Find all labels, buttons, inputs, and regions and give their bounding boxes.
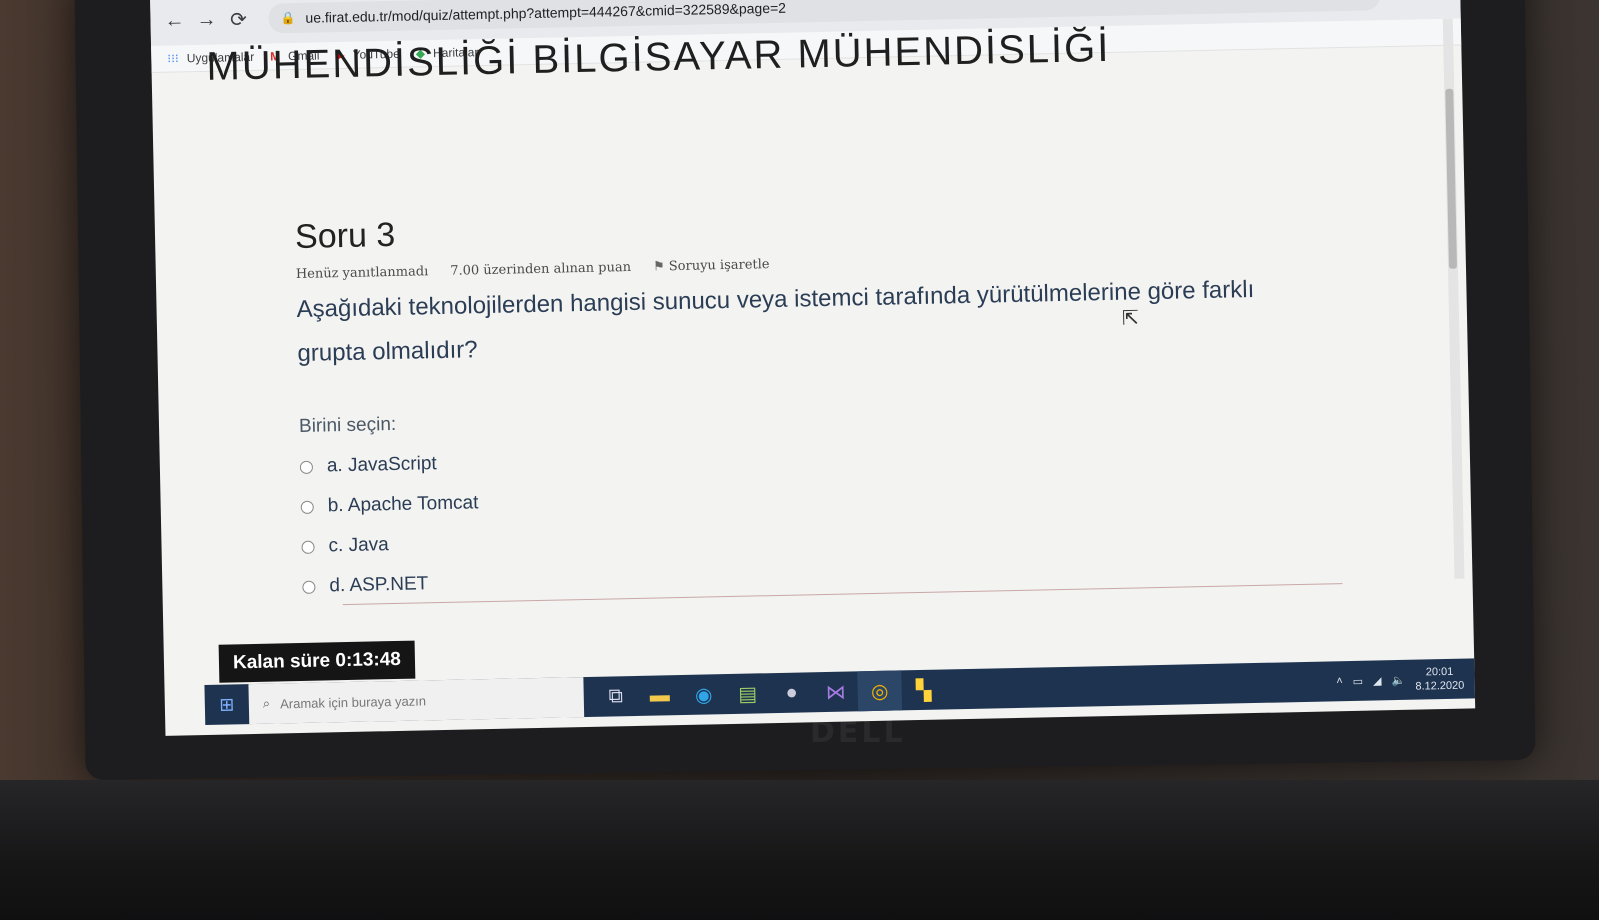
- clock-time: 20:01: [1425, 665, 1454, 679]
- quiz-timer: Kalan süre 0:13:48: [218, 640, 416, 683]
- option-label[interactable]: a. JavaScript: [327, 453, 437, 477]
- scrollbar-thumb[interactable]: [1445, 88, 1457, 269]
- laptop-base: [0, 780, 1599, 920]
- visual-studio-icon[interactable]: ⋈: [813, 671, 858, 712]
- app-icon[interactable]: ●: [769, 672, 814, 713]
- task-view-icon[interactable]: ⧉: [593, 676, 638, 717]
- apps-grid-icon: ⁝⁝⁝: [167, 51, 179, 66]
- clock[interactable]: 20:01 8.12.2020: [1415, 665, 1465, 694]
- question-text: Aşağıdaki teknolojilerden hangisi sunucu…: [296, 275, 1255, 367]
- answer-option-c[interactable]: c. Java: [301, 514, 1351, 558]
- system-tray: ˄ ▭ ◢ 🔈 20:01 8.12.2020 ▣: [1336, 664, 1475, 695]
- answer-option-b[interactable]: b. Apache Tomcat: [300, 474, 1351, 518]
- option-label[interactable]: b. Apache Tomcat: [327, 492, 478, 517]
- answer-prompt: Birini seçin:: [298, 413, 397, 437]
- flag-icon: ⚑: [652, 259, 665, 275]
- radio-button[interactable]: [301, 540, 315, 554]
- chevron-up-icon[interactable]: ˄: [1336, 675, 1343, 687]
- timer-value: 0:13:48: [335, 648, 402, 672]
- reload-button[interactable]: ⟳: [222, 3, 255, 36]
- radio-button[interactable]: [300, 500, 314, 514]
- back-button[interactable]: ←: [158, 4, 191, 37]
- question-status: Henüz yanıtlanmadı: [295, 264, 429, 283]
- option-label[interactable]: d. ASP.NET: [329, 573, 428, 597]
- battery-icon[interactable]: ▭: [1353, 674, 1364, 687]
- windows-start-icon[interactable]: ⊞: [204, 684, 249, 725]
- screen: ← → ⟳ 🔒 ue.firat.edu.tr/mod/quiz/attempt…: [150, 0, 1476, 736]
- answer-option-a[interactable]: a. JavaScript: [299, 434, 1350, 478]
- network-icon[interactable]: ◢: [1373, 674, 1382, 687]
- timer-label: Kalan süre: [232, 650, 331, 674]
- taskbar-apps: ⧉ ▬ ◉ ▤ ● ⋈ ◎ ▚: [593, 669, 946, 716]
- flag-label: Soruyu işaretle: [668, 257, 770, 275]
- edge-icon[interactable]: ◉: [681, 674, 726, 715]
- question-points: 7.00 üzerinden alınan puan: [450, 259, 632, 279]
- chrome-icon[interactable]: ◎: [857, 670, 903, 712]
- search-icon: ⌕: [262, 695, 271, 711]
- option-label[interactable]: c. Java: [328, 534, 389, 557]
- lock-icon: 🔒: [280, 10, 296, 26]
- question-block: Soru 3 Henüz yanıtlanmadı 7.00 üzerinden…: [295, 196, 1353, 598]
- mouse-cursor-icon: ⇱: [1121, 307, 1139, 330]
- radio-button[interactable]: [302, 580, 316, 594]
- url-text: ue.firat.edu.tr/mod/quiz/attempt.php?att…: [305, 0, 787, 26]
- answer-option-d[interactable]: d. ASP.NET: [302, 554, 1352, 598]
- notepad-icon[interactable]: ▤: [725, 673, 770, 714]
- clock-date: 8.12.2020: [1415, 679, 1465, 693]
- forward-button[interactable]: →: [190, 3, 223, 36]
- search-placeholder: Aramak için buraya yazın: [279, 692, 427, 711]
- radio-button[interactable]: [299, 460, 314, 474]
- taskbar-search[interactable]: ⌕ Aramak için buraya yazın: [248, 677, 585, 725]
- file-explorer-icon[interactable]: ▬: [637, 675, 682, 716]
- python-icon[interactable]: ▚: [901, 669, 946, 710]
- scrollbar[interactable]: [1442, 18, 1465, 579]
- flag-question-link[interactable]: ⚑ Soruyu işaretle: [653, 257, 770, 274]
- volume-icon[interactable]: 🔈: [1391, 673, 1405, 686]
